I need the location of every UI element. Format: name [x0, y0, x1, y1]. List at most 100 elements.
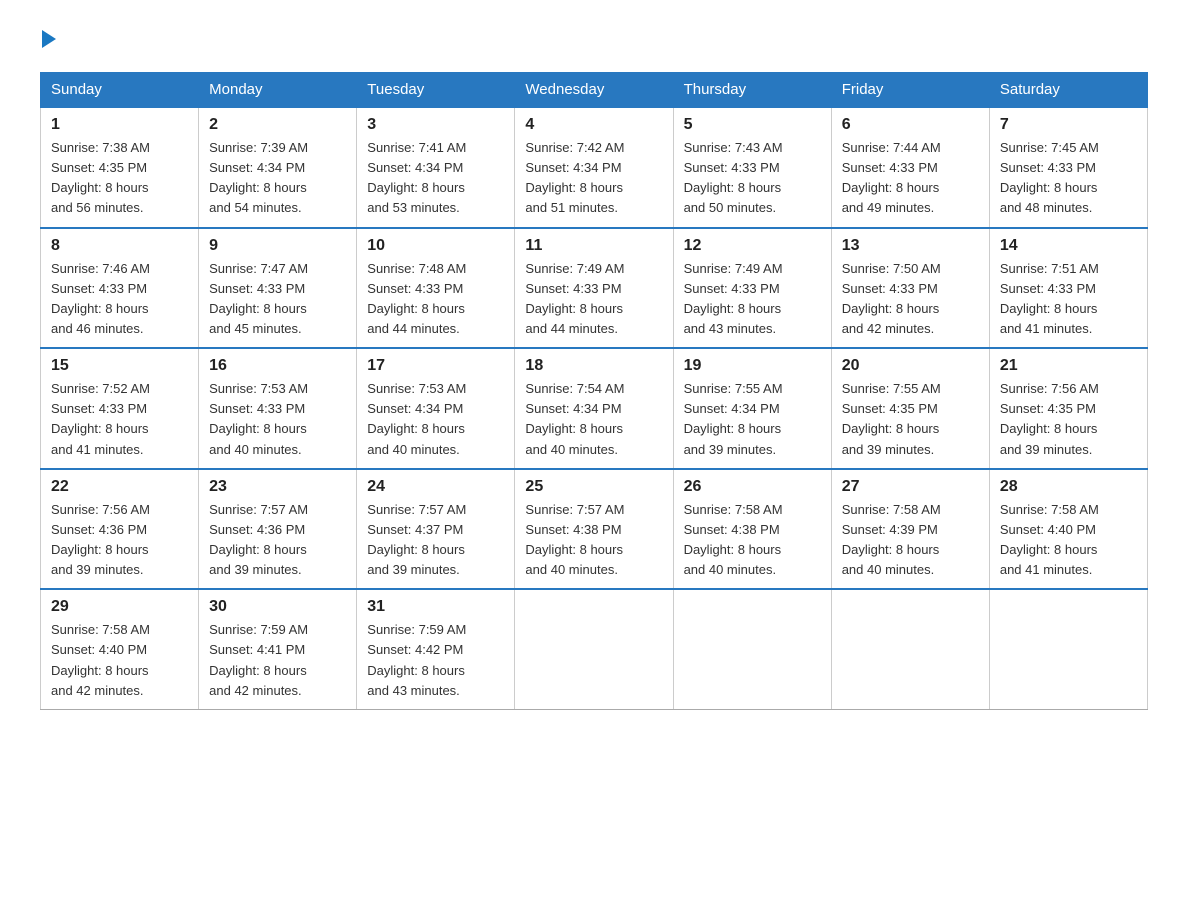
weekday-header-saturday: Saturday	[989, 73, 1147, 108]
day-number: 7	[1000, 116, 1137, 134]
day-info: Sunrise: 7:50 AMSunset: 4:33 PMDaylight:…	[842, 259, 979, 340]
calendar-cell: 8Sunrise: 7:46 AMSunset: 4:33 PMDaylight…	[41, 228, 199, 349]
calendar-cell	[989, 589, 1147, 709]
calendar-cell: 26 Sunrise: 7:58 AMSunset: 4:38 PMDayligh…	[673, 469, 831, 590]
calendar-cell	[673, 589, 831, 709]
day-info: Sunrise: 7:55 AMSunset: 4:34 PMDaylight:…	[684, 379, 821, 460]
calendar-table: SundayMondayTuesdayWednesdayThursdayFrid…	[40, 72, 1148, 710]
calendar-cell: 13 Sunrise: 7:50 AMSunset: 4:33 PMDayligh…	[831, 228, 989, 349]
day-number: 16	[209, 357, 346, 375]
calendar-cell: 17Sunrise: 7:53 AMSunset: 4:34 PMDayligh…	[357, 348, 515, 469]
logo	[40, 30, 62, 52]
day-number: 23	[209, 478, 346, 496]
day-info: Sunrise: 7:56 AMSunset: 4:35 PMDaylight:…	[1000, 379, 1137, 460]
day-info: Sunrise: 7:59 AMSunset: 4:41 PMDaylight:…	[209, 620, 346, 701]
day-info: Sunrise: 7:44 AMSunset: 4:33 PMDaylight:…	[842, 138, 979, 219]
calendar-cell	[515, 589, 673, 709]
day-info: Sunrise: 7:58 AMSunset: 4:40 PMDaylight:…	[51, 620, 188, 701]
day-number: 12	[684, 237, 821, 255]
day-info: Sunrise: 7:58 AMSunset: 4:40 PMDaylight:…	[1000, 500, 1137, 581]
calendar-cell: 20Sunrise: 7:55 AMSunset: 4:35 PMDayligh…	[831, 348, 989, 469]
calendar-cell	[831, 589, 989, 709]
day-number: 5	[684, 116, 821, 134]
calendar-week-row: 1 Sunrise: 7:38 AMSunset: 4:35 PMDaylight…	[41, 107, 1148, 228]
day-number: 31	[367, 598, 504, 616]
day-info: Sunrise: 7:57 AMSunset: 4:38 PMDaylight:…	[525, 500, 662, 581]
day-number: 22	[51, 478, 188, 496]
day-number: 21	[1000, 357, 1137, 375]
calendar-cell: 3 Sunrise: 7:41 AMSunset: 4:34 PMDaylight…	[357, 107, 515, 228]
weekday-header-monday: Monday	[199, 73, 357, 108]
day-number: 13	[842, 237, 979, 255]
day-info: Sunrise: 7:47 AMSunset: 4:33 PMDaylight:…	[209, 259, 346, 340]
weekday-header-friday: Friday	[831, 73, 989, 108]
day-number: 4	[525, 116, 662, 134]
day-info: Sunrise: 7:39 AMSunset: 4:34 PMDaylight:…	[209, 138, 346, 219]
logo-triangle-icon	[42, 30, 56, 48]
calendar-cell: 2 Sunrise: 7:39 AMSunset: 4:34 PMDaylight…	[199, 107, 357, 228]
calendar-header-row: SundayMondayTuesdayWednesdayThursdayFrid…	[41, 73, 1148, 108]
calendar-week-row: 15 Sunrise: 7:52 AMSunset: 4:33 PMDayligh…	[41, 348, 1148, 469]
day-info: Sunrise: 7:51 AMSunset: 4:33 PMDaylight:…	[1000, 259, 1137, 340]
page-header	[40, 30, 1148, 52]
day-info: Sunrise: 7:57 AMSunset: 4:36 PMDaylight:…	[209, 500, 346, 581]
day-number: 27	[842, 478, 979, 496]
day-info: Sunrise: 7:57 AMSunset: 4:37 PMDaylight:…	[367, 500, 504, 581]
day-info: Sunrise: 7:58 AMSunset: 4:38 PMDaylight:…	[684, 500, 821, 581]
weekday-header-thursday: Thursday	[673, 73, 831, 108]
calendar-cell: 24 Sunrise: 7:57 AMSunset: 4:37 PMDayligh…	[357, 469, 515, 590]
day-number: 10	[367, 237, 504, 255]
day-number: 11	[525, 237, 662, 255]
day-number: 15	[51, 357, 188, 375]
calendar-cell: 30 Sunrise: 7:59 AMSunset: 4:41 PMDayligh…	[199, 589, 357, 709]
day-info: Sunrise: 7:43 AMSunset: 4:33 PMDaylight:…	[684, 138, 821, 219]
day-info: Sunrise: 7:42 AMSunset: 4:34 PMDaylight:…	[525, 138, 662, 219]
day-number: 26	[684, 478, 821, 496]
day-number: 17	[367, 357, 504, 375]
weekday-header-tuesday: Tuesday	[357, 73, 515, 108]
calendar-cell: 23 Sunrise: 7:57 AMSunset: 4:36 PMDayligh…	[199, 469, 357, 590]
day-number: 18	[525, 357, 662, 375]
day-number: 14	[1000, 237, 1137, 255]
day-info: Sunrise: 7:52 AMSunset: 4:33 PMDaylight:…	[51, 379, 188, 460]
calendar-cell: 11Sunrise: 7:49 AMSunset: 4:33 PMDayligh…	[515, 228, 673, 349]
day-info: Sunrise: 7:48 AMSunset: 4:33 PMDaylight:…	[367, 259, 504, 340]
calendar-cell: 5 Sunrise: 7:43 AMSunset: 4:33 PMDaylight…	[673, 107, 831, 228]
calendar-week-row: 29 Sunrise: 7:58 AMSunset: 4:40 PMDayligh…	[41, 589, 1148, 709]
calendar-cell: 28 Sunrise: 7:58 AMSunset: 4:40 PMDayligh…	[989, 469, 1147, 590]
day-number: 20	[842, 357, 979, 375]
day-number: 2	[209, 116, 346, 134]
day-info: Sunrise: 7:59 AMSunset: 4:42 PMDaylight:…	[367, 620, 504, 701]
calendar-cell: 9 Sunrise: 7:47 AMSunset: 4:33 PMDaylight…	[199, 228, 357, 349]
logo-blue-container	[40, 30, 62, 52]
calendar-cell: 4 Sunrise: 7:42 AMSunset: 4:34 PMDaylight…	[515, 107, 673, 228]
day-number: 8	[51, 237, 188, 255]
day-info: Sunrise: 7:45 AMSunset: 4:33 PMDaylight:…	[1000, 138, 1137, 219]
calendar-cell: 10 Sunrise: 7:48 AMSunset: 4:33 PMDayligh…	[357, 228, 515, 349]
weekday-header-wednesday: Wednesday	[515, 73, 673, 108]
day-number: 24	[367, 478, 504, 496]
calendar-cell: 15 Sunrise: 7:52 AMSunset: 4:33 PMDayligh…	[41, 348, 199, 469]
day-number: 29	[51, 598, 188, 616]
calendar-week-row: 22 Sunrise: 7:56 AMSunset: 4:36 PMDayligh…	[41, 469, 1148, 590]
day-info: Sunrise: 7:38 AMSunset: 4:35 PMDaylight:…	[51, 138, 188, 219]
day-info: Sunrise: 7:58 AMSunset: 4:39 PMDaylight:…	[842, 500, 979, 581]
day-number: 3	[367, 116, 504, 134]
calendar-cell: 7 Sunrise: 7:45 AMSunset: 4:33 PMDaylight…	[989, 107, 1147, 228]
weekday-header-sunday: Sunday	[41, 73, 199, 108]
day-info: Sunrise: 7:53 AMSunset: 4:33 PMDaylight:…	[209, 379, 346, 460]
day-info: Sunrise: 7:41 AMSunset: 4:34 PMDaylight:…	[367, 138, 504, 219]
calendar-cell: 14 Sunrise: 7:51 AMSunset: 4:33 PMDayligh…	[989, 228, 1147, 349]
calendar-cell: 6Sunrise: 7:44 AMSunset: 4:33 PMDaylight…	[831, 107, 989, 228]
day-info: Sunrise: 7:56 AMSunset: 4:36 PMDaylight:…	[51, 500, 188, 581]
day-number: 9	[209, 237, 346, 255]
day-number: 19	[684, 357, 821, 375]
day-info: Sunrise: 7:49 AMSunset: 4:33 PMDaylight:…	[684, 259, 821, 340]
day-number: 1	[51, 116, 188, 134]
calendar-cell: 29 Sunrise: 7:58 AMSunset: 4:40 PMDayligh…	[41, 589, 199, 709]
calendar-cell: 31 Sunrise: 7:59 AMSunset: 4:42 PMDayligh…	[357, 589, 515, 709]
day-number: 30	[209, 598, 346, 616]
day-number: 28	[1000, 478, 1137, 496]
day-number: 25	[525, 478, 662, 496]
calendar-cell: 22 Sunrise: 7:56 AMSunset: 4:36 PMDayligh…	[41, 469, 199, 590]
